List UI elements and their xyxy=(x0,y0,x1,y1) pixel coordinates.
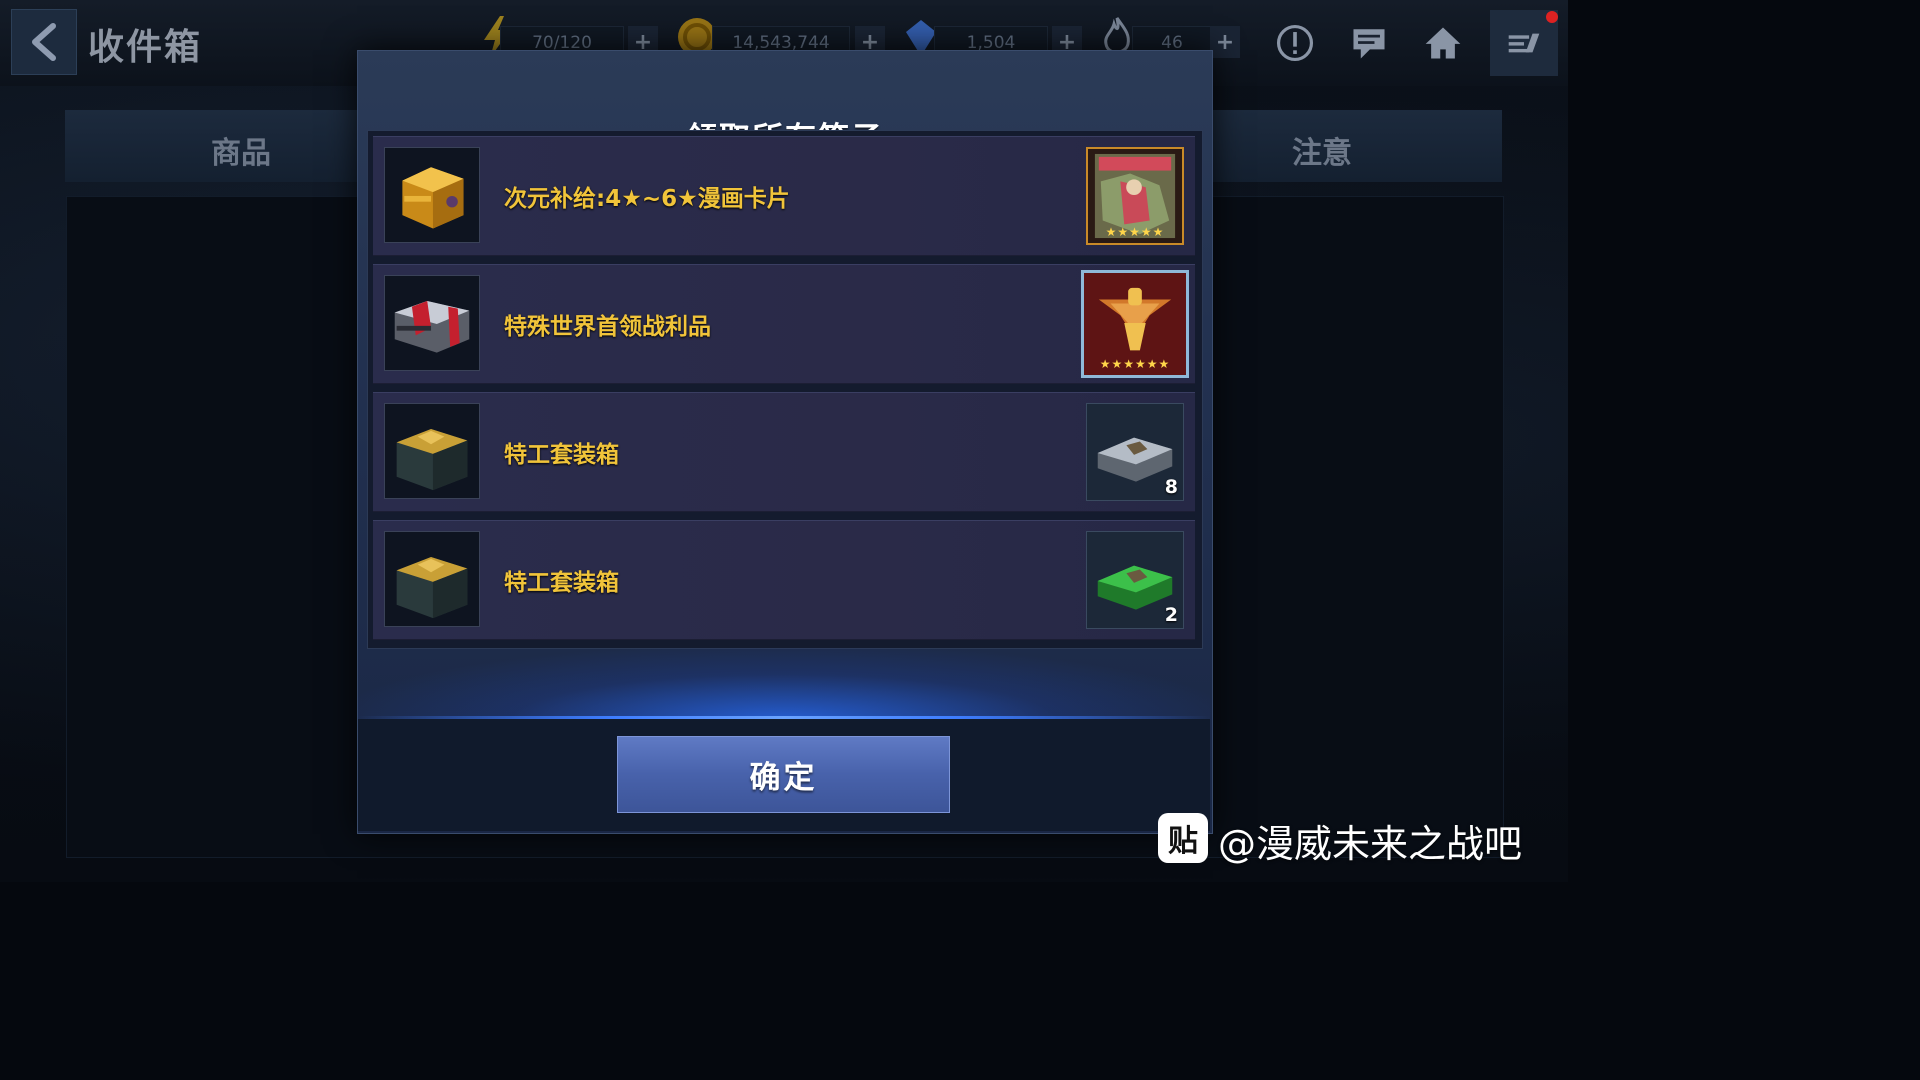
rarity-stars: ★★★★★★ xyxy=(1099,357,1171,371)
confirm-button[interactable]: 确定 xyxy=(617,736,950,813)
gear-reward-silver[interactable]: 8 xyxy=(1086,403,1184,501)
rarity-stars: ★★★★★ xyxy=(1105,225,1165,239)
boss-emblem-icon xyxy=(1098,287,1172,351)
home-icon[interactable] xyxy=(1420,20,1466,66)
list-item: 特工套装箱 8 xyxy=(373,392,1195,512)
agent-gear-box-icon xyxy=(384,531,480,627)
screen-title: 收件箱 xyxy=(88,27,203,68)
notification-dot xyxy=(1546,11,1558,23)
list-item: 次元补给:4★~6★漫画卡片 ★★★★★ xyxy=(373,136,1195,256)
item-label: 次元补给:4★~6★漫画卡片 xyxy=(504,186,790,212)
reward-count: 2 xyxy=(1164,604,1178,626)
tab-items[interactable]: 商品 xyxy=(211,128,271,172)
tab-notice[interactable]: 注意 xyxy=(1292,128,1352,172)
red-silver-crate-icon xyxy=(384,275,480,371)
chat-icon[interactable] xyxy=(1346,20,1392,66)
boss-emblem-reward[interactable]: ★★★★★★ xyxy=(1081,270,1189,378)
item-label: 特工套装箱 xyxy=(504,442,619,468)
add-stamina-button[interactable]: + xyxy=(1210,26,1240,58)
agent-gear-box-icon xyxy=(384,403,480,499)
item-label: 特殊世界首领战利品 xyxy=(504,314,711,340)
back-arrow-icon xyxy=(32,23,56,61)
back-button[interactable] xyxy=(11,9,77,75)
comic-card-reward[interactable]: ★★★★★ xyxy=(1086,147,1184,245)
list-item: 特殊世界首领战利品 ★★★★★★ xyxy=(373,264,1195,384)
footer-glow xyxy=(357,648,1211,720)
item-label: 特工套装箱 xyxy=(504,570,619,596)
watermark-text: @漫威未来之战吧 xyxy=(1218,822,1523,866)
gear-reward-green[interactable]: 2 xyxy=(1086,531,1184,629)
list-item: 特工套装箱 2 xyxy=(373,520,1195,640)
menu-icon xyxy=(1508,33,1540,53)
gold-crate-icon xyxy=(384,147,480,243)
reward-count: 8 xyxy=(1164,476,1178,498)
alert-icon[interactable] xyxy=(1272,20,1318,66)
tieba-logo: 贴 xyxy=(1158,813,1208,863)
